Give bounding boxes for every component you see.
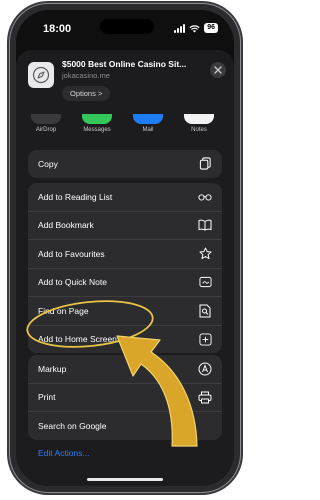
screen: 18:00 96 $5000 Best Online Casino Sit...…: [16, 10, 234, 486]
printer-icon: [198, 390, 212, 404]
action-label: Add to Favourites: [38, 248, 105, 259]
copy-icon: [198, 157, 212, 171]
action-add-bookmark[interactable]: Add Bookmark: [28, 212, 222, 240]
options-label: Options: [70, 89, 96, 98]
messages-icon: [82, 114, 112, 124]
dynamic-island: [100, 19, 154, 34]
share-apps-row: AirDrop Messages Mail Notes: [16, 114, 234, 144]
star-icon: [198, 247, 212, 261]
airdrop-icon: [31, 114, 61, 124]
action-add-to-favourites[interactable]: Add to Favourites: [28, 240, 222, 269]
action-find-on-page[interactable]: Find on Page: [28, 297, 222, 326]
mail-icon: [133, 114, 163, 124]
app-airdrop[interactable]: AirDrop: [26, 114, 66, 133]
action-markup[interactable]: Markup: [28, 355, 222, 384]
action-label: Markup: [38, 363, 67, 374]
action-label: Copy: [38, 158, 58, 169]
find-document-icon: [198, 304, 212, 318]
app-label: Notes: [191, 127, 207, 133]
action-label: Find on Page: [38, 305, 89, 316]
action-print[interactable]: Print: [28, 384, 222, 412]
app-label: Messages: [83, 127, 111, 133]
action-group-other: Markup Print Search on Google: [28, 355, 222, 440]
action-label: Add to Reading List: [38, 191, 113, 202]
quick-note-icon: [198, 275, 212, 289]
action-label: Search on Google: [38, 420, 107, 431]
edit-actions-link[interactable]: Edit Actions...: [38, 448, 90, 458]
close-icon: [214, 66, 222, 74]
share-header: $5000 Best Online Casino Sit... jokacasi…: [16, 50, 234, 106]
status-icons: 96: [174, 23, 218, 33]
app-mail[interactable]: Mail: [128, 114, 168, 133]
close-button[interactable]: [210, 62, 226, 78]
wifi-icon: [189, 24, 200, 33]
status-bar: 18:00 96: [16, 10, 234, 44]
battery-badge: 96: [204, 23, 218, 33]
action-add-to-home-screen[interactable]: Add to Home Screen: [28, 326, 222, 354]
phone-frame: 18:00 96 $5000 Best Online Casino Sit...…: [10, 4, 240, 492]
app-messages[interactable]: Messages: [77, 114, 117, 133]
status-time: 18:00: [43, 23, 72, 35]
share-sheet: $5000 Best Online Casino Sit... jokacasi…: [16, 50, 234, 486]
action-group-page: Add to Reading List Add Bookmark Add to …: [28, 183, 222, 353]
app-notes[interactable]: Notes: [179, 114, 219, 133]
action-label: Add to Home Screen: [38, 334, 117, 345]
home-indicator: [87, 478, 163, 481]
book-icon: [198, 218, 212, 232]
app-label: AirDrop: [35, 127, 57, 133]
page-url: jokacasino.me: [62, 71, 110, 80]
action-copy[interactable]: Copy: [28, 150, 222, 178]
markup-icon: [198, 362, 212, 376]
chevron-right-icon: >: [97, 89, 103, 98]
page-title: $5000 Best Online Casino Sit...: [62, 59, 187, 69]
compass-icon: [28, 62, 54, 88]
app-label: Mail: [142, 127, 154, 133]
glasses-icon: [198, 190, 212, 204]
signal-icon: [174, 23, 186, 33]
action-search-on-google[interactable]: Search on Google: [28, 412, 222, 440]
action-label: Add Bookmark: [38, 220, 94, 231]
add-square-icon: [198, 332, 212, 346]
action-label: Add to Quick Note: [38, 277, 107, 288]
action-add-to-reading-list[interactable]: Add to Reading List: [28, 183, 222, 212]
action-group-copy: Copy: [28, 150, 222, 178]
action-add-to-quick-note[interactable]: Add to Quick Note: [28, 269, 222, 297]
options-button[interactable]: Options >: [62, 86, 111, 101]
notes-icon: [184, 114, 214, 124]
action-label: Print: [38, 392, 56, 403]
